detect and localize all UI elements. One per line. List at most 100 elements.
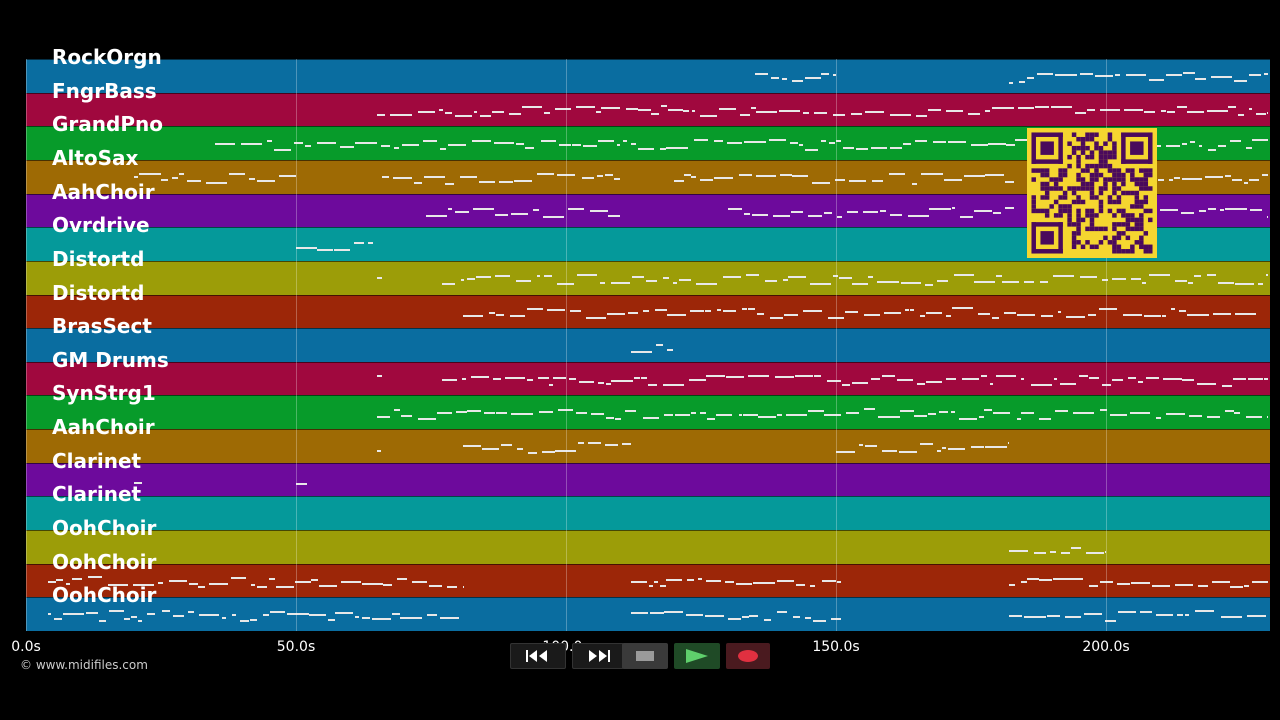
note — [590, 413, 605, 416]
note — [1198, 210, 1207, 213]
note — [726, 142, 742, 145]
note — [662, 277, 669, 280]
note — [1008, 550, 1029, 553]
note — [572, 144, 582, 147]
note — [131, 616, 137, 619]
note — [868, 275, 873, 278]
note — [1246, 146, 1253, 149]
note — [808, 214, 823, 217]
track-lane — [26, 328, 1270, 362]
note — [1233, 378, 1246, 381]
note — [1174, 279, 1187, 282]
note — [1228, 105, 1236, 108]
note — [1255, 112, 1266, 115]
note — [871, 146, 888, 149]
note — [598, 381, 604, 384]
note — [684, 174, 691, 177]
note — [157, 581, 164, 584]
note — [1099, 308, 1118, 311]
note — [1099, 109, 1120, 112]
note — [1225, 208, 1247, 211]
note — [475, 275, 492, 278]
note — [962, 378, 979, 381]
note — [939, 410, 949, 413]
rewind-button[interactable] — [510, 643, 566, 669]
note — [109, 610, 125, 613]
tick-label: 200.0s — [1082, 639, 1130, 655]
note — [445, 182, 455, 185]
note — [422, 139, 438, 142]
note — [901, 282, 922, 285]
note — [667, 349, 673, 352]
note — [510, 213, 529, 216]
note — [632, 275, 645, 278]
note — [1196, 382, 1216, 385]
note — [792, 615, 800, 618]
note — [473, 208, 494, 211]
note — [872, 180, 883, 183]
note — [1160, 208, 1178, 211]
note — [47, 580, 56, 583]
note — [1174, 177, 1180, 180]
note — [1083, 612, 1103, 615]
note — [643, 309, 650, 312]
note — [1008, 615, 1023, 618]
note — [752, 581, 775, 584]
note — [1050, 105, 1073, 108]
play-button[interactable] — [674, 643, 720, 669]
note — [673, 282, 678, 285]
note — [988, 143, 1006, 146]
note — [309, 614, 326, 617]
note — [510, 315, 526, 318]
note — [362, 582, 383, 585]
qr-code-icon — [1027, 128, 1157, 258]
note — [690, 411, 696, 414]
note — [783, 279, 789, 282]
note — [674, 179, 684, 182]
note — [627, 312, 638, 315]
note — [56, 578, 63, 581]
note — [1079, 73, 1094, 76]
note — [781, 77, 787, 80]
note — [614, 177, 620, 180]
note — [824, 414, 841, 417]
note — [1116, 582, 1130, 585]
track-label: OohChoir — [52, 549, 157, 574]
track-label: Ovrdrive — [52, 213, 150, 238]
note — [811, 181, 831, 184]
note — [269, 610, 285, 613]
track-label: AahChoir — [52, 415, 155, 440]
note — [1027, 77, 1035, 80]
note — [1225, 409, 1234, 412]
note — [958, 417, 977, 420]
note — [915, 115, 928, 118]
note — [1088, 313, 1097, 316]
note — [744, 140, 766, 143]
note — [305, 145, 312, 148]
note — [792, 174, 808, 177]
note — [624, 409, 637, 412]
stop-button[interactable] — [622, 643, 668, 669]
note — [333, 249, 350, 252]
record-button[interactable] — [726, 643, 770, 669]
note — [491, 111, 504, 114]
note — [548, 384, 553, 387]
fast-forward-button[interactable] — [572, 643, 624, 669]
note — [783, 314, 799, 317]
note — [355, 142, 377, 145]
note — [630, 350, 652, 353]
note — [699, 411, 707, 414]
note — [479, 115, 492, 118]
note — [138, 172, 161, 175]
note — [645, 279, 657, 282]
note — [473, 111, 478, 114]
note — [746, 273, 760, 276]
note — [696, 282, 718, 285]
note — [1233, 80, 1247, 83]
note — [664, 413, 673, 416]
note — [911, 182, 917, 185]
note — [1182, 142, 1188, 145]
note — [1244, 182, 1248, 185]
note — [1180, 211, 1195, 214]
note — [1187, 111, 1205, 113]
